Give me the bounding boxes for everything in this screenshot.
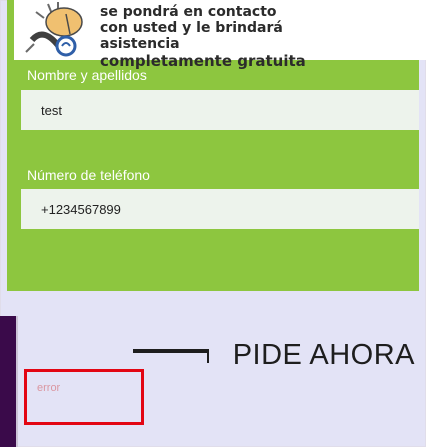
submit-button-label: PIDE AHORA	[232, 338, 415, 371]
name-label: Nombre y apellidos	[27, 67, 147, 83]
header-line-1: se pondrá en contacto	[100, 4, 277, 20]
arrow-right-icon	[132, 349, 209, 363]
lead-form: se pondrá en contacto con usted y le bri…	[7, 0, 426, 371]
header-banner: se pondrá en contacto con usted y le bri…	[100, 0, 426, 70]
sidebar-track	[16, 316, 18, 447]
sidebar-bar	[0, 316, 16, 447]
header-line-3: asistencia	[100, 36, 180, 52]
header-line-2: con usted y le brindará	[100, 20, 283, 36]
highlight-box: error	[24, 369, 144, 425]
highlight-ghost-text: error	[37, 382, 61, 394]
phone-label: Número de teléfono	[27, 167, 150, 183]
name-field[interactable]: test	[21, 90, 419, 130]
phone-field[interactable]: +1234567899	[21, 189, 419, 229]
